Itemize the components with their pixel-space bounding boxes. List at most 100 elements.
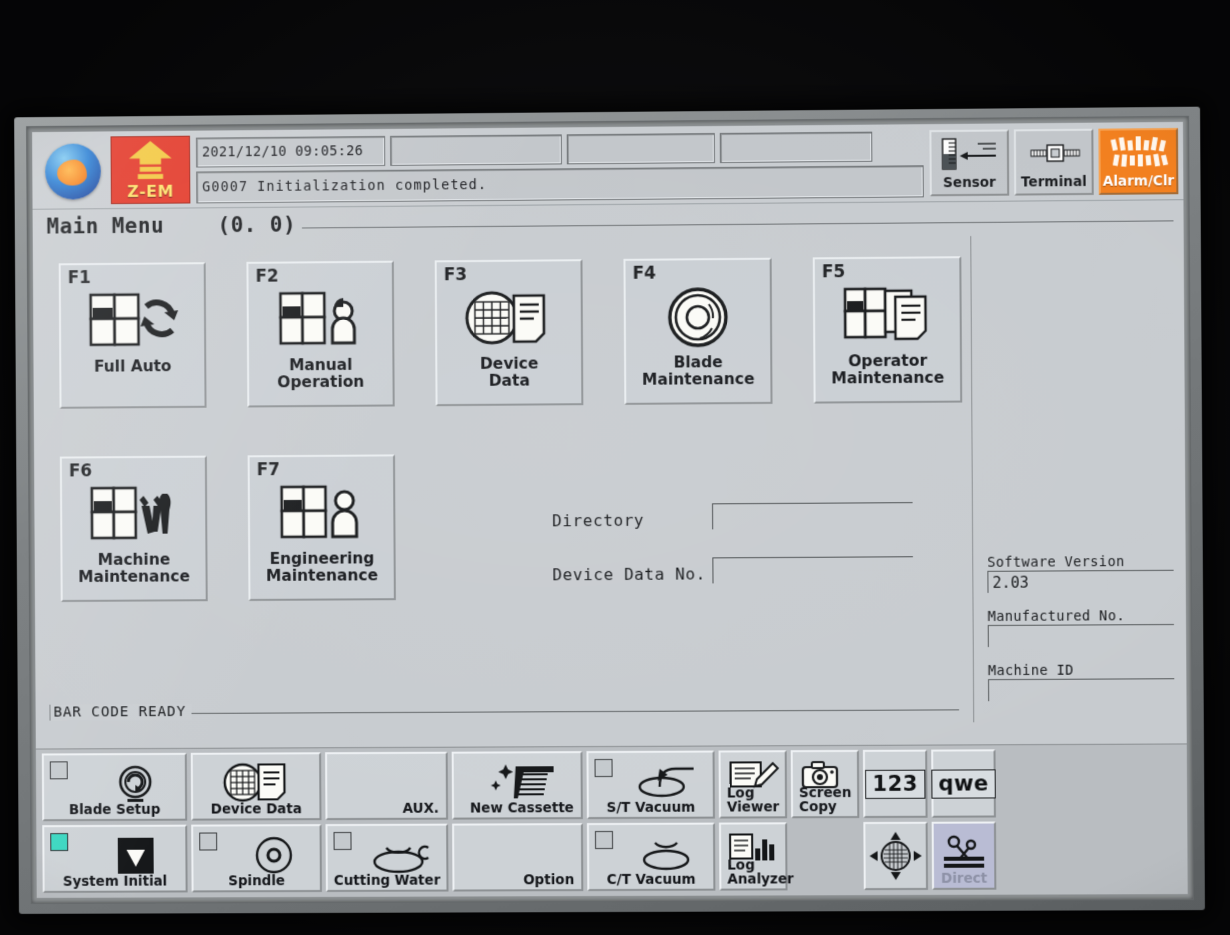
function-key-f2: F2: [255, 267, 278, 287]
machine-id-item: Machine ID: [988, 662, 1174, 701]
direct-cut-icon: [934, 830, 995, 876]
header-buttons: Sensor Terminal Alarm/Clr: [925, 126, 1180, 199]
device-data-no-input[interactable]: [712, 556, 913, 583]
chip-terminal-icon: [1022, 136, 1085, 171]
alpha-keypad-label: qwe: [931, 769, 996, 798]
toolbar-new-cassette[interactable]: New Cassette: [452, 751, 583, 819]
wafer-engineer-icon: [278, 483, 366, 545]
function-button-manual-operation[interactable]: F2 Manual Operation: [246, 261, 394, 408]
function-button-blade-maintenance[interactable]: F4 Blade Maintenance: [623, 258, 772, 405]
zem-label: Z-EM: [127, 182, 174, 201]
toolbar-system-initial[interactable]: System Initial: [42, 825, 187, 893]
software-version-label: Software Version: [987, 554, 1173, 571]
toolbar-log-viewer[interactable]: Log Viewer: [719, 750, 788, 818]
toolbar-column-7: Screen Copy: [791, 750, 860, 891]
machine-id-label: Machine ID: [988, 662, 1174, 679]
toolbar-cutting-water[interactable]: Cutting Water: [325, 824, 448, 892]
log-viewer-icon: [721, 754, 785, 794]
blade-setup-icon: [44, 761, 185, 807]
company-sphere-logo-icon: [45, 143, 101, 199]
dpad-navigation-icon: [867, 830, 924, 882]
wafer-docs-icon: [841, 284, 934, 347]
toolbar-ct-vacuum[interactable]: C/T Vacuum: [587, 823, 715, 891]
page-coordinate: (0. 0): [218, 213, 297, 238]
st-vacuum-icon: [589, 759, 713, 806]
machine-id-value: [988, 678, 1174, 701]
blade-disc-icon: [667, 286, 729, 349]
cutting-water-icon: [328, 832, 447, 878]
alarm-bars-icon: [1107, 135, 1170, 170]
function-row-1: F1 Full Auto F2 Manual Operation F3 Devi…: [59, 256, 972, 409]
toolbar-spindle[interactable]: Spindle: [191, 824, 322, 892]
software-version-item: Software Version 2.03: [987, 554, 1173, 593]
function-button-device-data[interactable]: F3 Device Data: [435, 259, 584, 406]
logo-cell: [36, 135, 110, 206]
header-field-d: [720, 132, 873, 163]
manufactured-no-item: Manufactured No.: [988, 608, 1174, 647]
toolbar-column-8: 123: [863, 750, 928, 892]
toolbar-column-6: Log Viewer Log Analyzer: [719, 750, 788, 891]
function-key-f3: F3: [444, 265, 468, 285]
function-button-operator-maintenance-label: Operator Maintenance: [831, 353, 944, 389]
function-button-operator-maintenance[interactable]: F5 Operator Maintenance: [813, 256, 962, 403]
terminal-button[interactable]: Terminal: [1014, 129, 1094, 196]
info-side-panel: Software Version 2.03 Manufactured No. M…: [970, 234, 1186, 722]
manufactured-no-label: Manufactured No.: [988, 608, 1174, 625]
up-arrow-icon: [124, 139, 176, 182]
toolbar-blade-setup[interactable]: Blade Setup: [42, 753, 187, 821]
barcode-status: BAR CODE READY: [49, 704, 192, 721]
toolbar-column-4: New Cassette Option: [452, 751, 584, 892]
machine-info-block: Software Version 2.03 Manufactured No. M…: [987, 554, 1174, 718]
toolbar-column-1: Blade Setup System Initial: [42, 753, 188, 894]
barcode-divider: [192, 709, 959, 714]
toolbar-direct[interactable]: Direct: [932, 821, 997, 889]
function-button-full-auto-label: Full Auto: [94, 358, 172, 376]
function-button-engineering-maintenance[interactable]: F7 Engineering Maintenance: [248, 454, 396, 601]
device-data-no-row: Device Data No.: [552, 556, 913, 584]
toolbar-column-9: qwe Direct: [931, 749, 996, 891]
dpad-navigation-button[interactable]: [863, 822, 928, 890]
toolbar-column-2: Device Data Spindle: [191, 752, 322, 893]
ct-vacuum-icon: [589, 831, 713, 877]
sensor-button[interactable]: Sensor: [929, 129, 1009, 196]
function-button-full-auto[interactable]: F1 Full Auto: [59, 262, 207, 409]
toolbar-screen-copy[interactable]: Screen Copy: [791, 750, 860, 818]
device-data-icon: [193, 760, 320, 806]
wafer-tools-icon: [88, 484, 180, 546]
wafer-document-icon: [462, 287, 556, 350]
toolbar-column-5: S/T Vacuum C/T Vacuum: [586, 751, 715, 893]
sensor-button-label: Sensor: [943, 175, 996, 191]
directory-label: Directory: [552, 510, 712, 530]
spindle-icon: [193, 832, 320, 878]
new-cassette-icon: [454, 759, 581, 805]
wafer-operator-icon: [276, 289, 364, 352]
toolbar-st-vacuum[interactable]: S/T Vacuum: [586, 751, 714, 820]
numeric-keypad-button[interactable]: 123: [863, 750, 928, 818]
wafer-auto-cycle-icon: [85, 290, 181, 353]
function-button-device-data-label: Device Data: [480, 355, 539, 390]
function-key-f7: F7: [257, 460, 280, 480]
photograph-of-machine-hmi: Z-EM 2021/12/10 09:05:26 G0007 Initializ…: [0, 0, 1230, 935]
alarm-clear-button-label: Alarm/Clr: [1103, 173, 1175, 190]
alarm-clear-button[interactable]: Alarm/Clr: [1098, 128, 1178, 195]
toolbar-option[interactable]: Option: [452, 823, 583, 891]
zem-button[interactable]: Z-EM: [111, 136, 191, 204]
monitor-bezel: Z-EM 2021/12/10 09:05:26 G0007 Initializ…: [14, 107, 1205, 914]
numeric-keypad-label: 123: [865, 769, 925, 798]
toolbar-log-analyzer[interactable]: Log Analyzer: [719, 822, 788, 890]
toolbar-aux[interactable]: AUX.: [325, 752, 448, 820]
toolbar-device-data[interactable]: Device Data: [191, 752, 322, 820]
header-field-b: [390, 134, 562, 165]
header-field-c: [567, 133, 715, 164]
hmi-screen: Z-EM 2021/12/10 09:05:26 G0007 Initializ…: [32, 122, 1188, 898]
function-button-machine-maintenance[interactable]: F6 Machine Maintenance: [60, 456, 208, 602]
manufactured-no-value: [988, 624, 1174, 647]
function-button-manual-operation-label: Manual Operation: [277, 357, 364, 392]
alpha-keypad-button[interactable]: qwe: [931, 749, 996, 817]
header-fields: 2021/12/10 09:05:26 G0007 Initialization…: [194, 128, 926, 205]
datetime-field: 2021/12/10 09:05:26: [196, 136, 385, 168]
directory-input[interactable]: [712, 502, 913, 529]
sensor-gauge-icon: [939, 137, 1000, 172]
main-body: F1 Full Auto F2 Manual Operation F3 Devi…: [33, 234, 1187, 726]
toolbar-column-3: AUX. Cutting Water: [325, 752, 448, 893]
